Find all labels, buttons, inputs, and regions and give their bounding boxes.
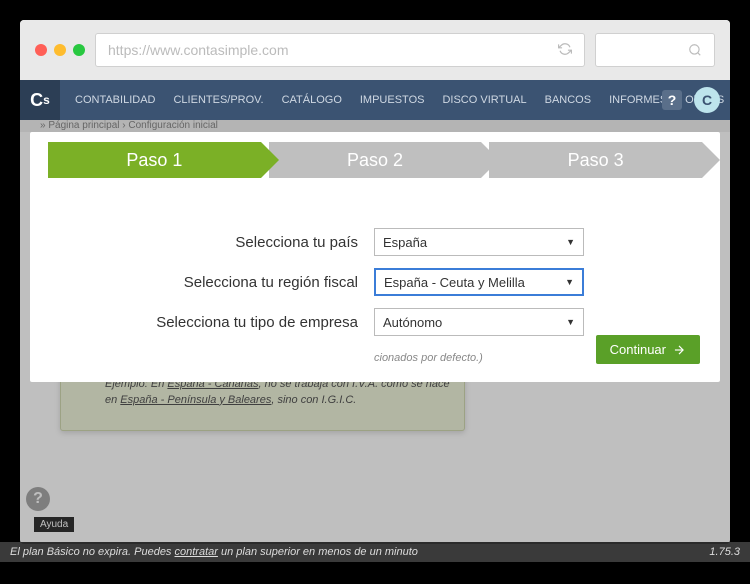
- step-1[interactable]: Paso 1: [48, 142, 261, 178]
- chevron-down-icon: ▼: [566, 317, 575, 327]
- arrow-right-icon: [672, 343, 686, 357]
- main-nav: CONTABILIDAD CLIENTES/PROV. CATÁLOGO IMP…: [60, 94, 724, 106]
- wizard-steps: Paso 1 Paso 2 Paso 3: [48, 142, 702, 178]
- step-2[interactable]: Paso 2: [269, 142, 482, 178]
- nav-disco[interactable]: DISCO VIRTUAL: [442, 94, 526, 106]
- breadcrumb: » Página principal › Configuración inici…: [20, 120, 730, 132]
- nav-impuestos[interactable]: IMPUESTOS: [360, 94, 425, 106]
- company-label: Selecciona tu tipo de empresa: [48, 314, 358, 331]
- chevron-down-icon: ▼: [565, 277, 574, 287]
- user-avatar[interactable]: C: [694, 87, 720, 113]
- url-text: https://www.contasimple.com: [108, 42, 289, 58]
- app-logo[interactable]: Cs: [20, 80, 60, 120]
- footer-bar: El plan Básico no expira. Puedes contrat…: [0, 542, 750, 562]
- minimize-window-icon[interactable]: [54, 44, 66, 56]
- close-window-icon[interactable]: [35, 44, 47, 56]
- nav-clientes[interactable]: CLIENTES/PROV.: [173, 94, 263, 106]
- maximize-window-icon[interactable]: [73, 44, 85, 56]
- row-region: Selecciona tu región fiscal España - Ceu…: [48, 268, 702, 296]
- row-country: Selecciona tu país España ▼: [48, 228, 702, 256]
- floating-help-icon[interactable]: ?: [26, 487, 50, 511]
- country-label: Selecciona tu país: [48, 234, 358, 251]
- tooltip-example: Ejemplo: En España - Canarias, no se tra…: [105, 377, 450, 408]
- app-header: Cs CONTABILIDAD CLIENTES/PROV. CATÁLOGO …: [20, 80, 730, 120]
- window-controls: [35, 44, 85, 56]
- footer-link[interactable]: contratar: [175, 546, 218, 558]
- wizard-card: Paso 1 Paso 2 Paso 3 Selecciona tu país …: [30, 132, 720, 382]
- chevron-down-icon: ▼: [566, 237, 575, 247]
- row-company: Selecciona tu tipo de empresa Autónomo ▼: [48, 308, 702, 336]
- refresh-icon[interactable]: [558, 42, 572, 59]
- country-select[interactable]: España ▼: [374, 228, 584, 256]
- region-select[interactable]: España - Ceuta y Melilla ▼: [374, 268, 584, 296]
- step-3[interactable]: Paso 3: [489, 142, 702, 178]
- help-label: Ayuda: [34, 517, 74, 532]
- nav-bancos[interactable]: BANCOS: [545, 94, 591, 106]
- footer-text: El plan Básico no expira. Puedes contrat…: [10, 546, 418, 558]
- address-bar[interactable]: https://www.contasimple.com: [95, 33, 585, 67]
- search-icon: [688, 43, 702, 57]
- version-text: 1.75.3: [709, 546, 740, 558]
- browser-chrome: https://www.contasimple.com: [20, 20, 730, 80]
- nav-contabilidad[interactable]: CONTABILIDAD: [75, 94, 155, 106]
- region-label: Selecciona tu región fiscal: [48, 274, 358, 291]
- search-box[interactable]: [595, 33, 715, 67]
- company-select[interactable]: Autónomo ▼: [374, 308, 584, 336]
- nav-catalogo[interactable]: CATÁLOGO: [282, 94, 342, 106]
- nav-informes[interactable]: INFORMES: [609, 94, 667, 106]
- help-icon[interactable]: ?: [662, 90, 682, 110]
- continue-button[interactable]: Continuar: [596, 335, 700, 364]
